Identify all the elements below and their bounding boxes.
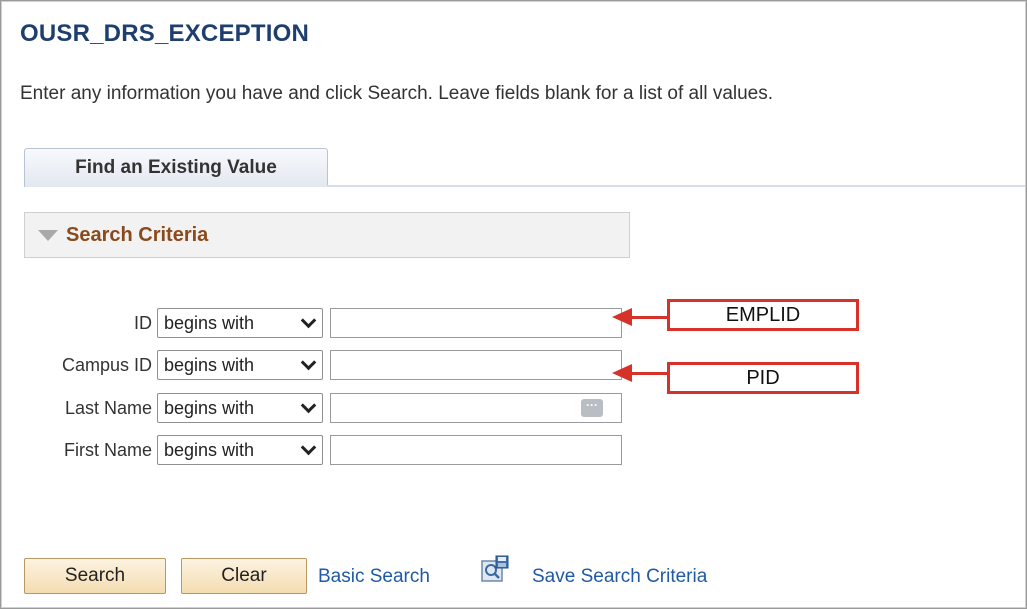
last-name-input[interactable]: ··· — [330, 393, 622, 423]
id-label: ID — [134, 313, 152, 333]
tab-label: Find an Existing Value — [75, 157, 277, 178]
first-name-operator-value: begins with — [164, 439, 255, 460]
chevron-down-icon — [300, 312, 317, 329]
annotation-pid: PID — [667, 362, 859, 394]
chevron-down-icon — [300, 439, 317, 456]
search-criteria-title: Search Criteria — [66, 223, 209, 246]
annotation-emplid: EMPLID — [667, 299, 859, 331]
save-search-icon[interactable] — [480, 555, 510, 585]
annotation-arrow-line — [630, 316, 668, 319]
basic-search-link[interactable]: Basic Search — [318, 566, 430, 588]
last-name-operator-value: begins with — [164, 397, 255, 418]
page-title: OUSR_DRS_EXCEPTION — [20, 20, 309, 47]
save-search-criteria-link[interactable]: Save Search Criteria — [532, 566, 707, 588]
annotation-arrow-left-icon — [612, 308, 632, 326]
annotation-arrow-left-icon — [612, 364, 632, 382]
first-name-operator-select[interactable]: begins with — [157, 435, 323, 465]
ellipsis-icon[interactable]: ··· — [581, 399, 603, 417]
last-name-label: Last Name — [64, 398, 152, 418]
first-name-input[interactable] — [330, 435, 622, 465]
tab-find-existing-value[interactable]: Find an Existing Value — [24, 148, 328, 187]
annotation-arrow-line — [630, 372, 668, 375]
campus-id-operator-select[interactable]: begins with — [157, 350, 323, 380]
id-input[interactable] — [330, 308, 622, 338]
campus-id-input[interactable] — [330, 350, 622, 380]
search-criteria-header[interactable]: Search Criteria — [24, 212, 630, 258]
id-operator-value: begins with — [164, 312, 255, 333]
first-name-label: First Name — [63, 440, 152, 460]
row-first-name: First Name begins with — [0, 433, 640, 467]
campus-id-operator-value: begins with — [164, 354, 255, 375]
id-operator-select[interactable]: begins with — [157, 308, 323, 338]
row-last-name: Last Name begins with ··· — [0, 391, 640, 425]
clear-button[interactable]: Clear — [181, 558, 307, 594]
row-id: ID begins with — [0, 306, 640, 340]
tab-divider — [327, 185, 1025, 187]
search-button[interactable]: Search — [24, 558, 166, 594]
chevron-down-icon — [300, 354, 317, 371]
instructions-text: Enter any information you have and click… — [20, 83, 774, 104]
campus-id-label: Campus ID — [61, 355, 152, 375]
collapse-triangle-icon[interactable] — [38, 229, 58, 241]
row-campus-id: Campus ID begins with — [0, 348, 640, 382]
last-name-operator-select[interactable]: begins with — [157, 393, 323, 423]
chevron-down-icon — [300, 397, 317, 414]
